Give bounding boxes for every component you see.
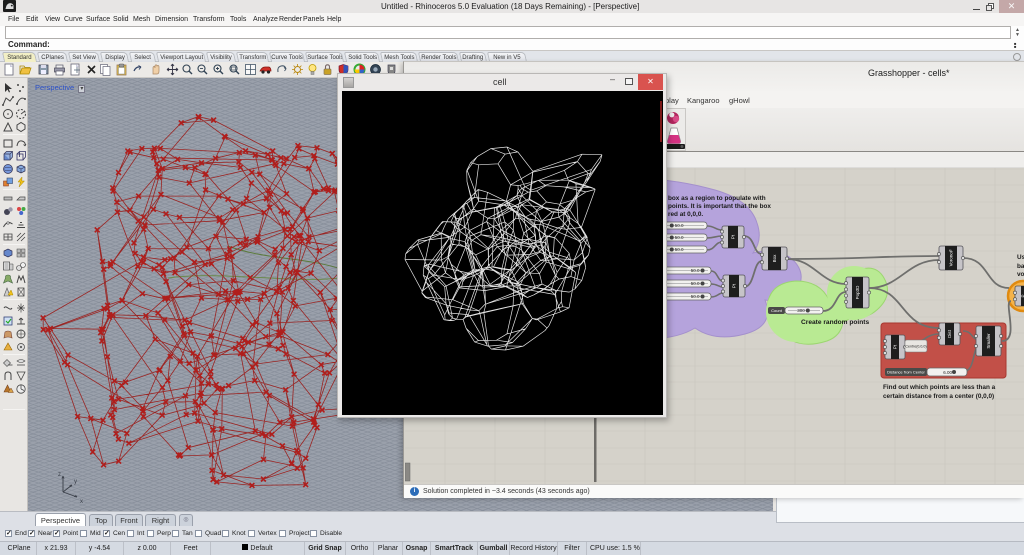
svg-text:Pt: Pt [731,234,736,239]
svg-text:Voronoi³: Voronoi³ [949,249,954,266]
svg-text:Pop3D: Pop3D [855,285,860,300]
svg-text:Count: Count [771,308,783,313]
svg-text:y: y [74,479,77,485]
svg-text:z: z [58,472,61,478]
svg-text:50.0: 50.0 [691,268,700,273]
svg-text:Pt: Pt [893,344,898,349]
svg-text:Pt: Pt [732,283,737,288]
svg-text:50.0: 50.0 [675,235,684,240]
svg-text:300: 300 [797,308,805,313]
svg-text:Smaller: Smaller [986,333,991,349]
svg-text:50.0: 50.0 [675,247,684,252]
svg-text:Box: Box [772,254,777,263]
svg-text:50.0: 50.0 [675,223,684,228]
svg-text:x: x [80,499,83,504]
svg-text:Centre(0,0,0): Centre(0,0,0) [905,345,926,349]
svg-text:Dist: Dist [947,329,952,337]
svg-text:Distance from Center: Distance from Center [887,370,925,375]
svg-text:P: P [1021,294,1024,297]
svg-text:50.0: 50.0 [691,281,700,286]
svg-text:50.0: 50.0 [691,294,700,299]
svg-text:6.00: 6.00 [943,370,952,375]
